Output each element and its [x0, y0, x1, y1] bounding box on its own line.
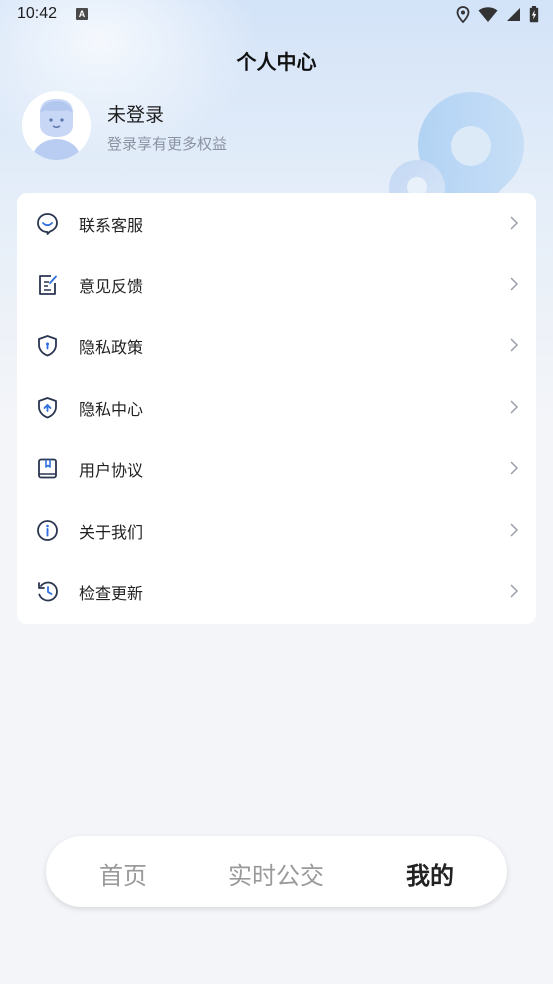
chevron-right-icon: [510, 338, 519, 352]
avatar-illustration-icon: [22, 91, 91, 160]
status-time: 10:42: [17, 5, 58, 22]
status-icons: [456, 6, 539, 23]
login-status[interactable]: 未登录: [107, 100, 164, 127]
info-icon: [37, 520, 58, 541]
feedback-icon: [39, 275, 57, 295]
menu-item-label: 联系客服: [79, 216, 144, 235]
tab-mine[interactable]: 我的: [360, 856, 500, 891]
battery-icon: [529, 6, 539, 23]
bottom-nav: 首页 实时公交 我的: [46, 836, 507, 907]
menu-item-privacy-center[interactable]: 隐私中心: [17, 377, 536, 438]
menu-item-feedback[interactable]: 意见反馈: [17, 254, 536, 315]
chevron-right-icon: [510, 584, 519, 598]
chevron-right-icon: [510, 523, 519, 537]
menu-item-label: 隐私政策: [79, 338, 144, 357]
chevron-right-icon: [510, 216, 519, 230]
menu-item-label: 检查更新: [79, 584, 144, 603]
user-agreement-icon: [38, 458, 57, 479]
tab-home[interactable]: 首页: [53, 856, 193, 891]
menu-item-label: 关于我们: [79, 523, 144, 542]
notification-badge: A: [76, 8, 88, 20]
page-title: 个人中心: [236, 50, 317, 74]
signal-icon: [507, 8, 520, 21]
menu-item-label: 用户协议: [79, 461, 144, 480]
privacy-policy-shield-icon: [38, 335, 57, 357]
profile-screen: 10:42 A 个人中心 未登录 登录享有更多权益 联系客服 意见反馈 隐私政策…: [0, 0, 553, 984]
login-benefit-hint: 登录享有更多权益: [107, 135, 228, 153]
decorative-pin-hole: [451, 126, 491, 166]
status-bar: 10:42 A: [0, 0, 553, 32]
avatar[interactable]: [22, 91, 91, 160]
menu-item-label: 意见反馈: [79, 277, 144, 296]
menu-item-customer-service[interactable]: 联系客服: [17, 193, 536, 254]
chevron-right-icon: [510, 277, 519, 291]
menu-item-user-agreement[interactable]: 用户协议: [17, 438, 536, 499]
privacy-center-shield-icon: [38, 397, 57, 419]
menu-item-about-us[interactable]: 关于我们: [17, 500, 536, 561]
chevron-right-icon: [510, 400, 519, 414]
menu-card: 联系客服 意见反馈 隐私政策 隐私中心 用户协议 关于我们 检查更新: [17, 193, 536, 624]
customer-service-icon: [37, 213, 58, 235]
menu-item-privacy-policy[interactable]: 隐私政策: [17, 315, 536, 376]
menu-item-label: 隐私中心: [79, 400, 144, 419]
menu-item-check-update[interactable]: 检查更新: [17, 561, 536, 622]
check-update-icon: [38, 581, 58, 602]
tab-realtime-bus[interactable]: 实时公交: [206, 856, 346, 891]
location-icon: [456, 6, 470, 23]
chevron-right-icon: [510, 461, 519, 475]
wifi-icon: [478, 6, 498, 22]
